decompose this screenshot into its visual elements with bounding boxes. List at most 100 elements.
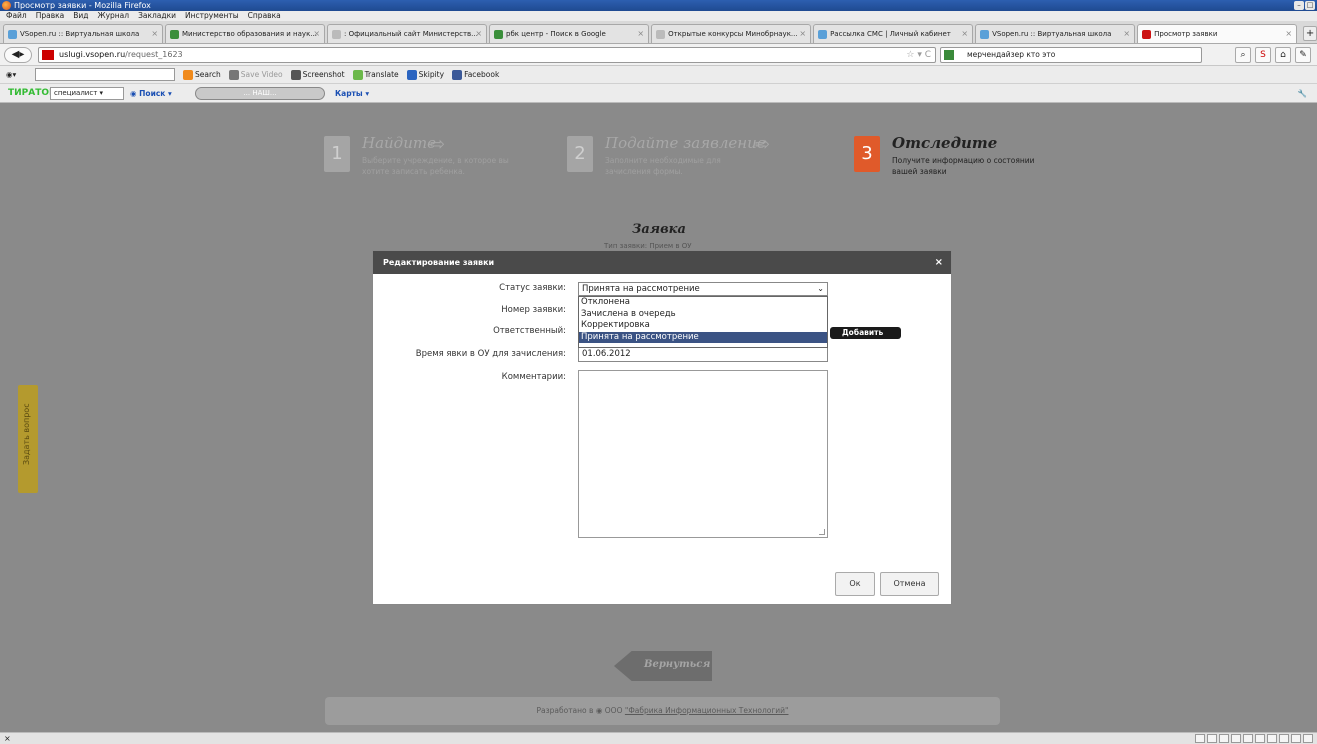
status-option-selected[interactable]: Принята на рассмотрение: [579, 331, 827, 343]
browser-tab[interactable]: Открытые конкурсы Минобрнаук... ×: [651, 24, 812, 43]
menu-view[interactable]: Вид: [73, 11, 88, 21]
ok-button[interactable]: Ок: [835, 572, 875, 596]
addon-status-icon[interactable]: [1255, 734, 1265, 743]
addon-status-icon[interactable]: [1219, 734, 1229, 743]
status-option[interactable]: Зачислена в очередь: [579, 309, 827, 321]
tab-favicon-icon: [332, 29, 342, 39]
cancel-button[interactable]: Отмена: [880, 572, 939, 596]
search-addon-icon: [183, 70, 193, 80]
footer-company-link[interactable]: "Фабрика Информационных Технологий": [625, 706, 789, 715]
number-label: Номер заявки:: [501, 305, 566, 315]
tab-favicon-icon: [980, 29, 990, 39]
browser-tab[interactable]: : Официальный сайт Министерств... ×: [327, 24, 488, 43]
addon-status-icon[interactable]: [1195, 734, 1205, 743]
maps-label: Карты: [335, 89, 363, 98]
tab-favicon-icon: [818, 29, 828, 39]
bookmark-search[interactable]: Search: [183, 66, 221, 84]
comments-textarea[interactable]: [578, 370, 828, 538]
step-title: Найдите: [362, 134, 436, 152]
radio-player-pill[interactable]: ... НАШ...: [195, 87, 325, 100]
addon-dropdown-icon[interactable]: ◉▾: [6, 66, 16, 84]
menu-help[interactable]: Справка: [248, 11, 281, 21]
poisk-button[interactable]: ◉ Поиск ▾: [130, 84, 172, 103]
tab-close-icon[interactable]: ×: [961, 25, 968, 43]
request-type: Тип заявки: Прием в ОУ: [604, 242, 692, 250]
addon-status-icon[interactable]: [1243, 734, 1253, 743]
menu-tools[interactable]: Инструменты: [185, 11, 239, 21]
bookmark-save-video[interactable]: Save Video: [228, 66, 283, 84]
bookmarks-icon[interactable]: ✎: [1295, 47, 1311, 63]
back-forward-button[interactable]: ◀▸: [4, 47, 32, 63]
wrench-icon[interactable]: 🔧: [1298, 84, 1307, 103]
tab-favicon-icon: [1142, 29, 1152, 39]
menu-edit[interactable]: Правка: [36, 11, 65, 21]
back-button[interactable]: Вернуться: [614, 651, 712, 681]
step-number: 1: [324, 136, 350, 172]
resize-grip-icon[interactable]: [819, 529, 825, 535]
browser-tab[interactable]: Рассылка СМС | Личный кабинет ×: [813, 24, 974, 43]
bookmark-translate[interactable]: Translate: [352, 66, 399, 84]
time-label: Время явки в ОУ для зачисления:: [415, 349, 566, 359]
tab-close-icon[interactable]: ×: [151, 25, 158, 43]
window-title: Просмотр заявки - Mozilla Firefox: [14, 1, 151, 10]
url-bar[interactable]: uslugi.vsopen.ru/request_1623 ☆ ▾ C: [38, 47, 936, 63]
search-input[interactable]: мерчендайзер кто это: [940, 47, 1202, 63]
menu-bookmarks[interactable]: Закладки: [138, 11, 176, 21]
toolbar-input[interactable]: [35, 68, 175, 81]
minimize-button[interactable]: –: [1294, 1, 1304, 10]
firefox-icon: [2, 1, 11, 10]
browser-tab[interactable]: VSopen.ru :: Виртуальная школа ×: [3, 24, 164, 43]
statusbar-close-icon[interactable]: ×: [4, 734, 11, 743]
browser-tab[interactable]: VSopen.ru :: Виртуальная школа ×: [975, 24, 1136, 43]
bookmark-screenshot[interactable]: Screenshot: [290, 66, 345, 84]
addon-icon[interactable]: S: [1255, 47, 1271, 63]
tab-close-icon[interactable]: ×: [799, 25, 806, 43]
addon-status-icon[interactable]: [1267, 734, 1277, 743]
site-identity-icon[interactable]: [42, 50, 54, 60]
tab-close-icon[interactable]: ×: [1123, 25, 1130, 43]
bookmark-skipity[interactable]: Skipity: [406, 66, 444, 84]
bookmark-star-icon[interactable]: ☆ ▾ C: [906, 48, 931, 62]
tirator-logo[interactable]: ТИРАТОР: [8, 84, 56, 103]
addon-status-icon[interactable]: [1291, 734, 1301, 743]
status-option[interactable]: Корректировка: [579, 320, 827, 332]
addon-status-icon[interactable]: [1279, 734, 1289, 743]
tab-label: Рассылка СМС | Личный кабинет: [830, 30, 951, 38]
add-button[interactable]: Добавить: [830, 327, 901, 339]
close-icon[interactable]: ×: [935, 251, 943, 274]
dialog-header: Редактирование заявки ×: [373, 251, 951, 274]
tab-favicon-icon: [494, 29, 504, 39]
status-select-value: Принята на рассмотрение: [582, 284, 700, 294]
search-engine-icon[interactable]: [944, 50, 954, 60]
tab-label: Просмотр заявки: [1154, 30, 1218, 38]
ask-question-tab[interactable]: Задать вопрос: [18, 385, 38, 493]
maximize-button[interactable]: □: [1305, 1, 1315, 10]
status-option[interactable]: Отклонена: [579, 297, 827, 309]
new-tab-button[interactable]: +: [1303, 26, 1317, 41]
status-select[interactable]: Принята на рассмотрение ⌄: [578, 282, 828, 296]
date-value: 01.06.2012: [582, 349, 631, 359]
addon-status-icon[interactable]: [1303, 734, 1313, 743]
date-input[interactable]: 01.06.2012: [578, 348, 828, 362]
home-icon[interactable]: ⌂: [1275, 47, 1291, 63]
menu-history[interactable]: Журнал: [98, 11, 130, 21]
tab-bar: VSopen.ru :: Виртуальная школа × Министер…: [0, 21, 1317, 44]
tab-close-icon[interactable]: ×: [313, 25, 320, 43]
addon-status-icon[interactable]: [1231, 734, 1241, 743]
tab-close-icon[interactable]: ×: [637, 25, 644, 43]
maps-button[interactable]: Карты ▾: [335, 84, 369, 103]
tab-close-icon[interactable]: ×: [1285, 25, 1292, 43]
arrow-right-icon: ⇨: [755, 134, 771, 155]
browser-tab[interactable]: рбк центр - Поиск в Google ×: [489, 24, 650, 43]
addon-status-icon[interactable]: [1207, 734, 1217, 743]
step-title: Подайте заявление: [605, 134, 766, 152]
bookmark-facebook[interactable]: Facebook: [452, 66, 499, 84]
menu-file[interactable]: Файл: [6, 11, 27, 21]
back-button-label: Вернуться: [644, 659, 711, 670]
tab-close-icon[interactable]: ×: [475, 25, 482, 43]
tab-favicon-icon: [170, 29, 180, 39]
category-select[interactable]: специалист ▾: [50, 87, 124, 100]
browser-tab[interactable]: Министерство образования и наук... ×: [165, 24, 326, 43]
search-icon[interactable]: ⌕: [1235, 47, 1251, 63]
browser-tab-active[interactable]: Просмотр заявки ×: [1137, 24, 1298, 43]
